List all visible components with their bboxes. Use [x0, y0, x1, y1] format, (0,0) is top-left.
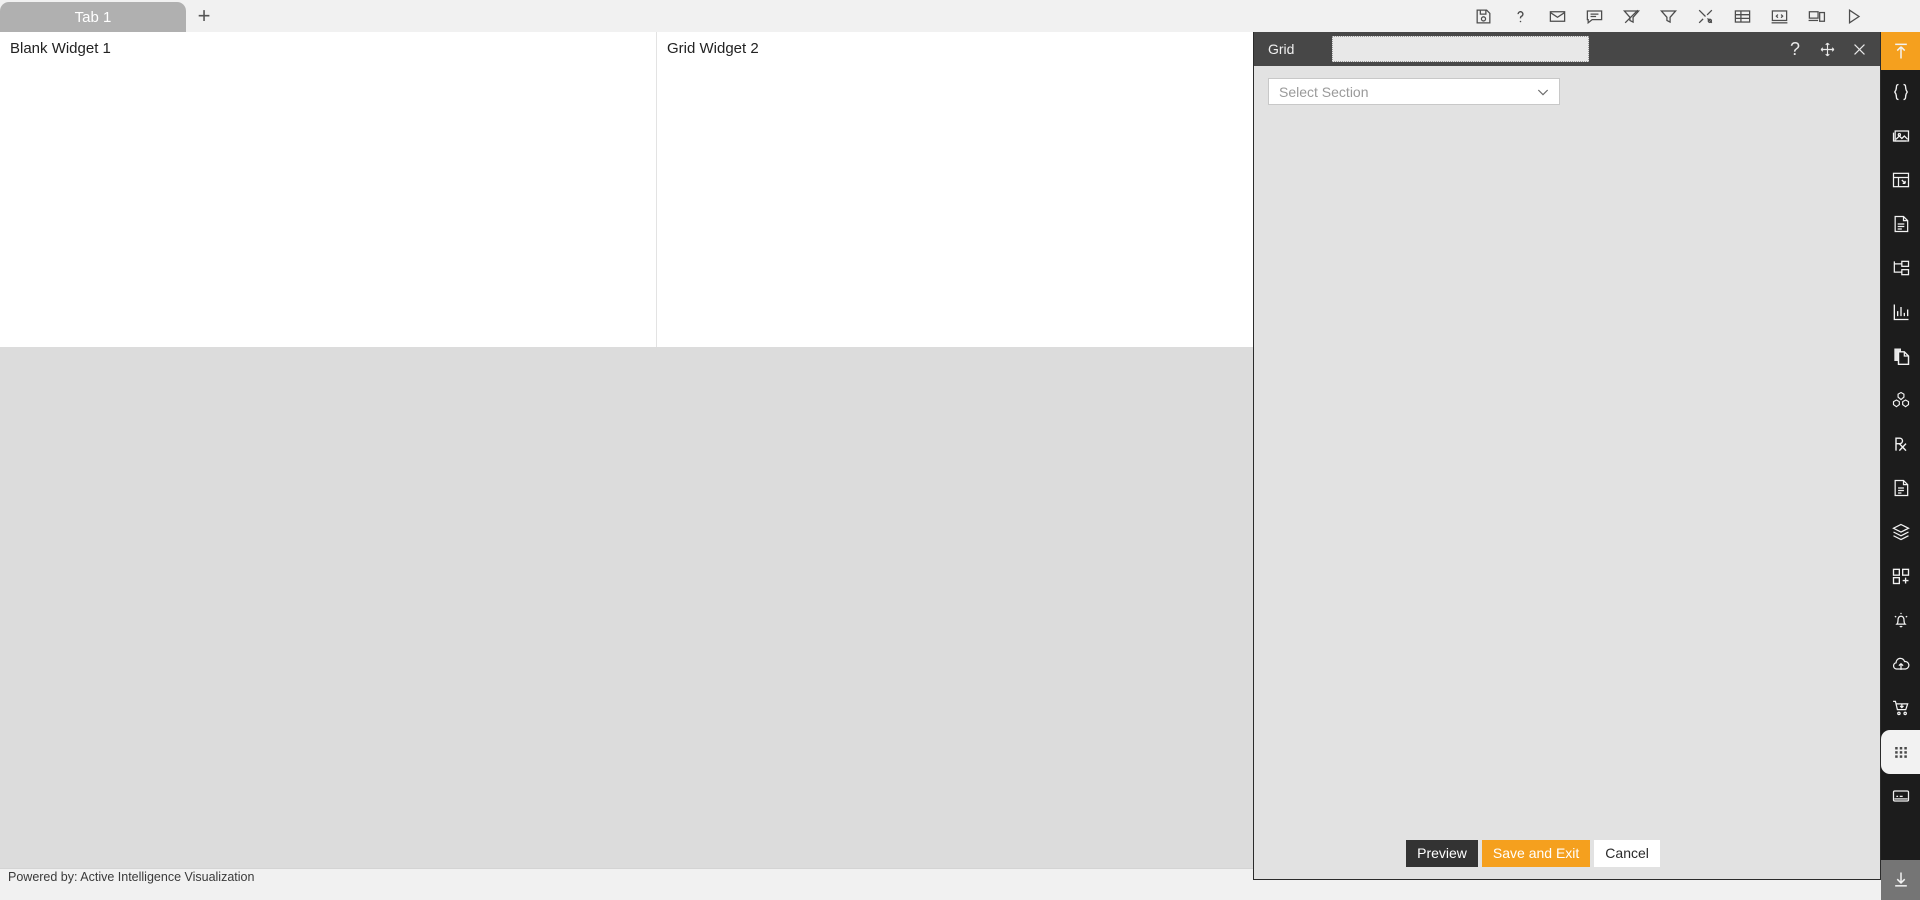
help-icon[interactable] — [1509, 5, 1531, 27]
download-icon[interactable] — [1881, 860, 1920, 900]
widget-grid-2[interactable]: Grid Widget 2 — [656, 32, 1253, 347]
tab-item-1[interactable]: Tab 1 — [0, 2, 186, 32]
report-icon[interactable] — [1881, 466, 1920, 510]
cart-icon[interactable] — [1881, 686, 1920, 730]
cloud-upload-icon[interactable] — [1881, 642, 1920, 686]
filter-icon[interactable] — [1657, 5, 1679, 27]
panel-title: Grid — [1268, 41, 1295, 57]
widget-title: Grid Widget 2 — [667, 40, 759, 57]
section-select-label: Select Section — [1279, 83, 1369, 100]
widget-title: Blank Widget 1 — [10, 40, 111, 57]
play-icon[interactable] — [1842, 5, 1864, 27]
save-and-exit-button[interactable]: Save and Exit — [1481, 839, 1591, 867]
alert-bell-icon[interactable] — [1881, 598, 1920, 642]
cancel-button[interactable]: Cancel — [1594, 839, 1660, 867]
panel-body: Select Section — [1254, 66, 1880, 827]
document-icon[interactable] — [1881, 202, 1920, 246]
move-icon[interactable] — [1818, 40, 1836, 58]
dashboard-canvas: Blank Widget 1 Grid Widget 2 Powered by:… — [0, 32, 1253, 884]
widget-blank-1[interactable]: Blank Widget 1 — [0, 32, 656, 347]
code-icon[interactable] — [1768, 5, 1790, 27]
save-icon[interactable] — [1472, 5, 1494, 27]
app-root: Tab 1 + Blank Widget 1 Grid Widget 2 Pow… — [0, 0, 1920, 900]
console-icon[interactable] — [1881, 774, 1920, 818]
grid-dots-icon[interactable] — [1881, 730, 1920, 774]
close-icon[interactable] — [1850, 40, 1868, 58]
help-icon[interactable]: ? — [1786, 40, 1804, 58]
image-icon[interactable] — [1881, 114, 1920, 158]
help-glyph: ? — [1789, 39, 1800, 59]
clear-filter-icon[interactable] — [1620, 5, 1642, 27]
cubes-icon[interactable] — [1881, 378, 1920, 422]
chart-icon[interactable] — [1881, 290, 1920, 334]
layout-widget-icon[interactable] — [1881, 158, 1920, 202]
right-icon-rail — [1881, 32, 1920, 900]
widget-name-input[interactable] — [1332, 36, 1589, 62]
prescription-icon[interactable] — [1881, 422, 1920, 466]
preview-button[interactable]: Preview — [1406, 839, 1478, 867]
devices-icon[interactable] — [1805, 5, 1827, 27]
powered-by-label: Powered by: Active Intelligence Visualiz… — [8, 870, 255, 884]
add-widget-icon[interactable] — [1881, 554, 1920, 598]
mail-icon[interactable] — [1546, 5, 1568, 27]
add-tab-button[interactable]: + — [186, 2, 222, 32]
layers-icon[interactable] — [1881, 510, 1920, 554]
folder-tree-icon[interactable] — [1881, 246, 1920, 290]
footer-powered-by: Powered by: Active Intelligence Visualiz… — [0, 868, 1253, 884]
panel-footer: Preview Save and Exit Cancel — [1254, 827, 1880, 879]
braces-icon[interactable] — [1881, 70, 1920, 114]
top-toolbar — [1472, 0, 1864, 32]
chevron-down-icon — [1535, 84, 1551, 100]
upload-to-bar-icon[interactable] — [1881, 32, 1920, 70]
plus-icon: + — [197, 3, 211, 28]
panel-header: Grid ? — [1254, 32, 1880, 66]
section-select[interactable]: Select Section — [1268, 78, 1560, 105]
table-icon[interactable] — [1731, 5, 1753, 27]
widget-row: Blank Widget 1 Grid Widget 2 — [0, 32, 1253, 347]
copy-page-icon[interactable] — [1881, 334, 1920, 378]
comment-icon[interactable] — [1583, 5, 1605, 27]
grid-property-panel: Grid ? Select Section Preview Save and E… — [1253, 32, 1881, 880]
tools-icon[interactable] — [1694, 5, 1716, 27]
panel-header-tools: ? — [1786, 40, 1872, 58]
tab-label: Tab 1 — [74, 8, 112, 26]
